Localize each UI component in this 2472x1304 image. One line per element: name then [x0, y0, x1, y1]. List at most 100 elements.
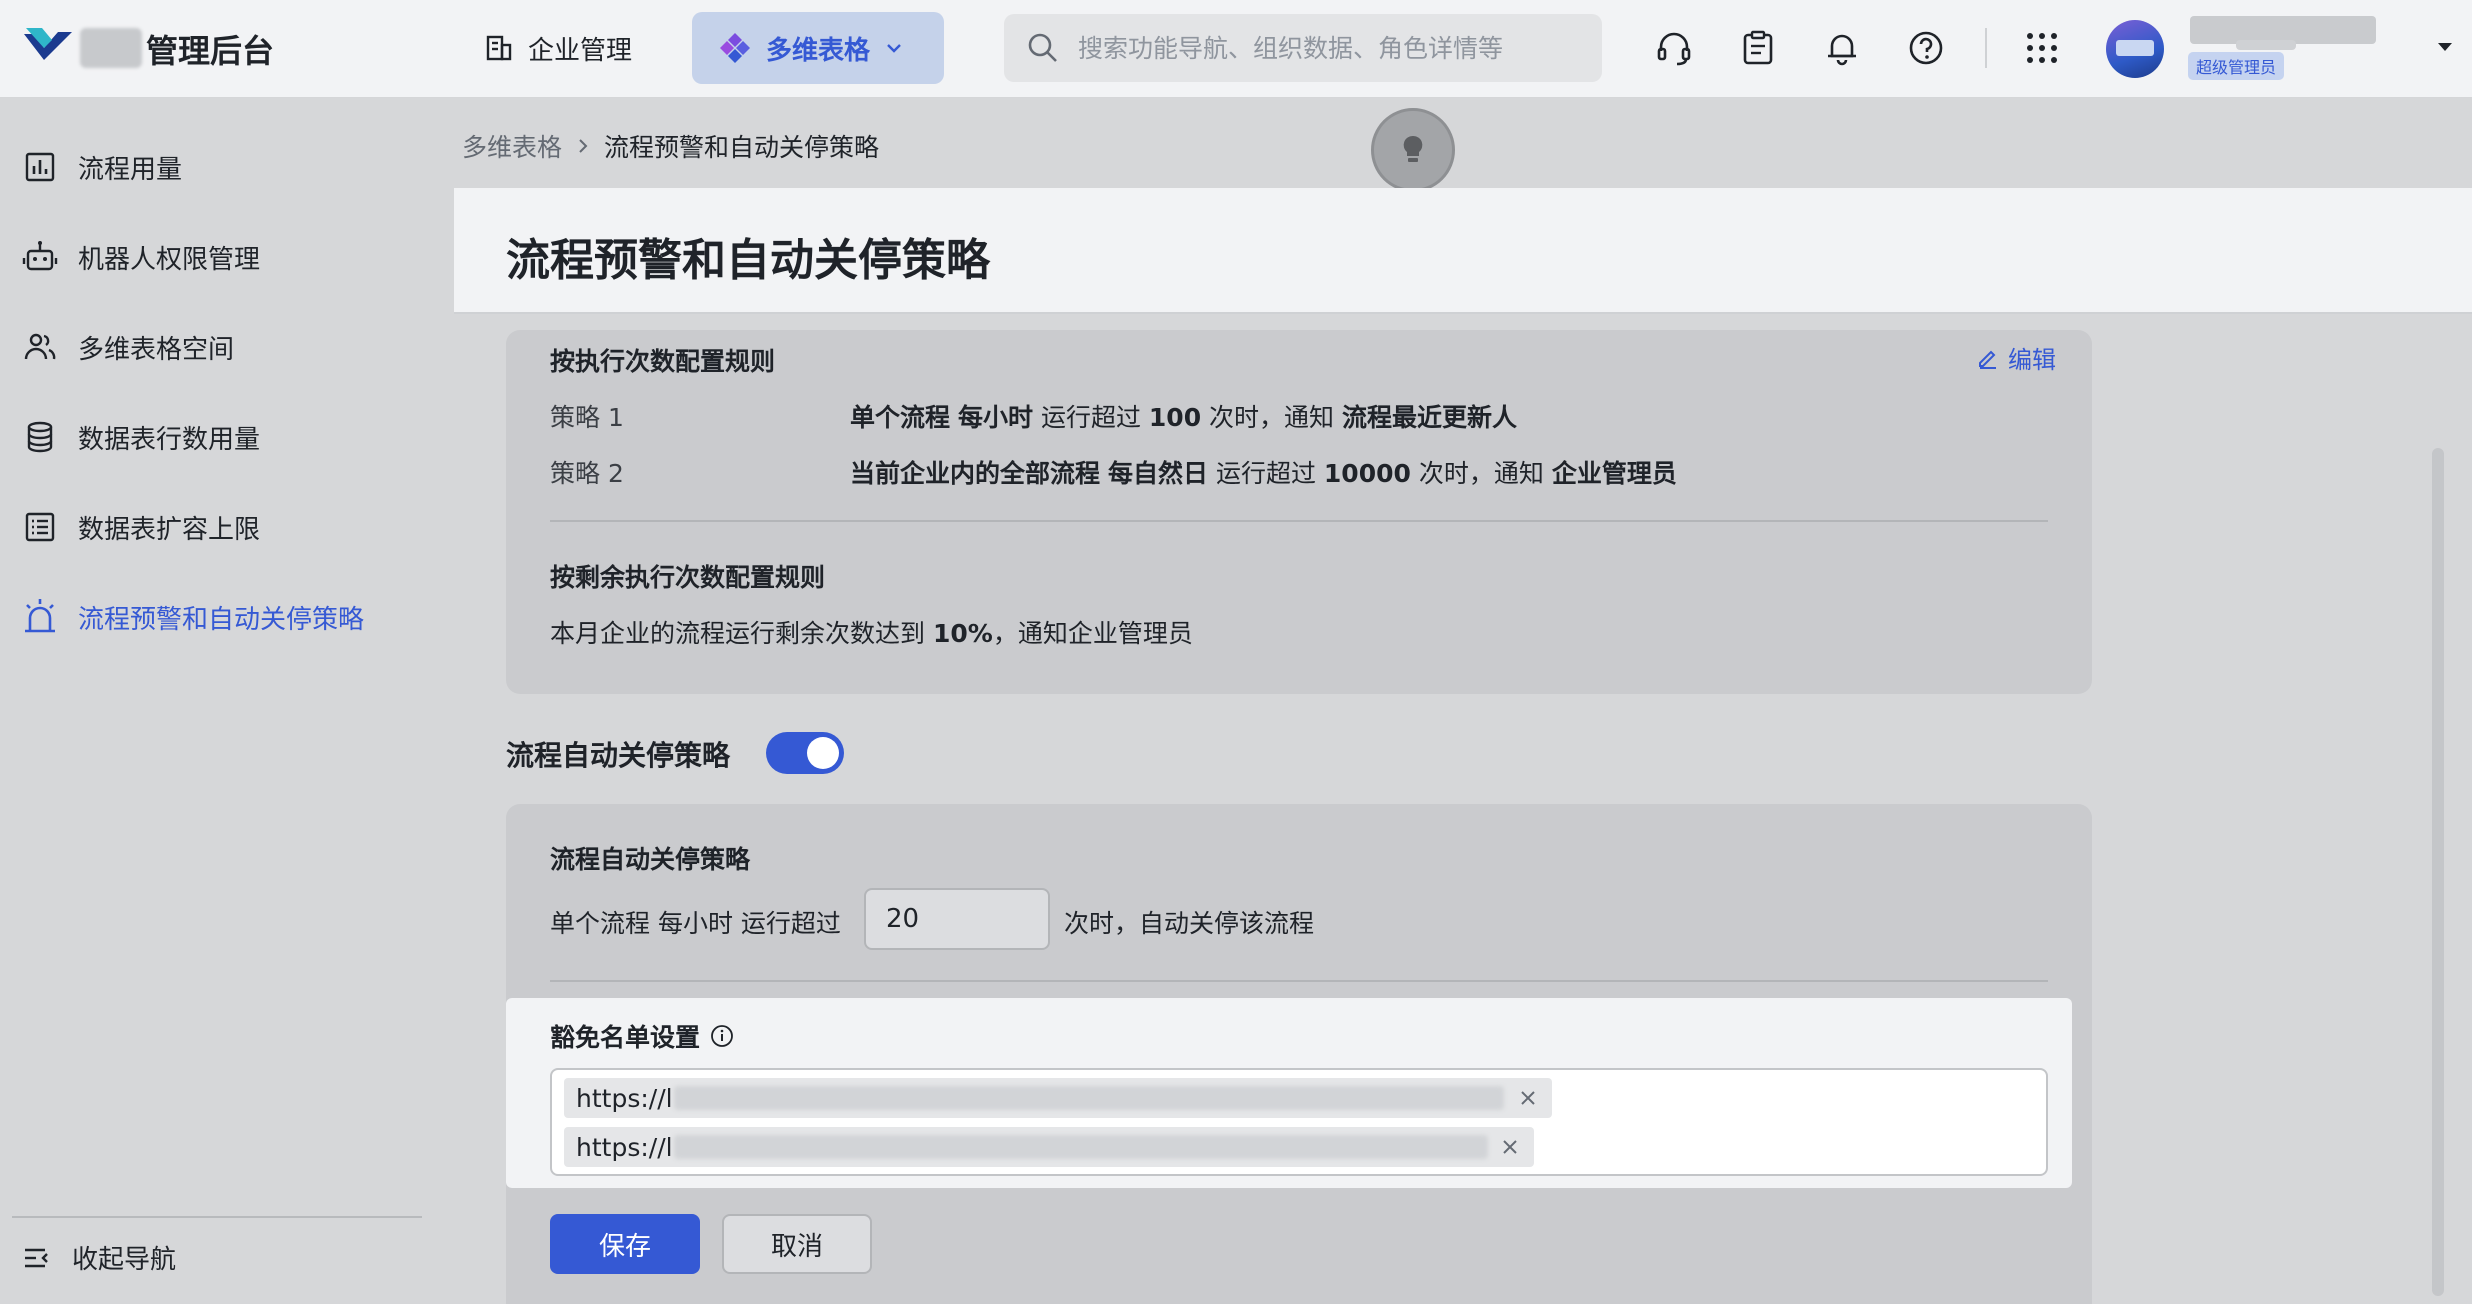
whitelist-title-label: 豁免名单设置 [550, 1023, 701, 1052]
sidebar-item-label: 多维表格空间 [78, 334, 235, 365]
url-redacted [674, 1086, 1504, 1110]
rule-2-mid: 运行超过 [1215, 459, 1316, 488]
rule-1-period: 每小时 [957, 403, 1033, 432]
top-bar: 管理后台 企业管理 多维表格 搜索功能导航、组织数据、角色详情等 超级管理员 [0, 0, 2472, 98]
close-icon[interactable] [1498, 1135, 1522, 1159]
edit-label: 编辑 [2008, 346, 2056, 374]
app-grid-icon[interactable] [2020, 26, 2064, 70]
support-headset-icon[interactable] [1652, 26, 1696, 70]
sidebar-item-label: 数据表行数用量 [78, 424, 261, 455]
rule-2-notify: 企业管理员 [1551, 459, 1677, 488]
rule-2-count: 10000 [1323, 459, 1411, 488]
brand-redacted [80, 28, 142, 68]
rule-1-count: 100 [1148, 403, 1202, 432]
avatar[interactable] [2106, 20, 2164, 78]
rule-1-text: 单个流程 每小时 运行超过 100 次时，通知 流程最近更新人 [850, 398, 1517, 434]
search-input[interactable] [1078, 33, 1578, 63]
rule-2-period: 每自然日 [1107, 459, 1208, 488]
nav-bitable-label: 多维表格 [766, 35, 871, 66]
alarm-icon [20, 597, 60, 637]
auto-stop-text-after: 次时，自动关停该流程 [1064, 909, 1315, 938]
rule-2-label: 策略 2 [550, 459, 624, 488]
remaining-text-before: 本月企业的流程运行剩余次数达到 [550, 619, 926, 648]
remaining-percent: 10% [932, 619, 993, 648]
breadcrumb-current: 流程预警和自动关停策略 [604, 133, 880, 162]
user-org-redacted [2236, 40, 2296, 50]
bitable-icon [720, 33, 750, 63]
sidebar: 流程用量 机器人权限管理 多维表格空间 数据表行数用量 数据表扩容上限 流程预警… [0, 99, 452, 1304]
rule-2-text: 当前企业内的全部流程 每自然日 运行超过 10000 次时，通知 企业管理员 [850, 454, 1677, 490]
chevron-down-icon [887, 44, 901, 53]
whitelist-tag-text: https://l [576, 1132, 673, 1162]
sidebar-item-label: 数据表扩容上限 [78, 514, 261, 545]
edit-pencil-icon [1979, 350, 1996, 369]
lightbulb-icon[interactable] [1371, 108, 1455, 192]
sidebar-item-label: 流程预警和自动关停策略 [78, 604, 365, 635]
auto-stop-title: 流程自动关停策略 [550, 845, 751, 874]
exec-rules-title: 按执行次数配置规则 [550, 347, 776, 376]
help-icon[interactable] [1904, 26, 1948, 70]
robot-icon [20, 237, 60, 277]
auto-stop-divider [550, 980, 2048, 982]
rule-1-mid: 运行超过 [1040, 403, 1141, 432]
nav-enterprise[interactable]: 企业管理 [470, 18, 646, 78]
cancel-button[interactable]: 取消 [722, 1214, 872, 1274]
app-logo-icon [24, 28, 72, 60]
sidebar-item-robot-permissions[interactable]: 机器人权限管理 [20, 227, 440, 287]
save-button[interactable]: 保存 [550, 1214, 700, 1274]
collapse-nav-icon [25, 1248, 48, 1267]
sidebar-item-label: 机器人权限管理 [78, 244, 261, 275]
rule-1-notify: 流程最近更新人 [1342, 403, 1518, 432]
auto-stop-text-before: 单个流程 每小时 运行超过 [550, 909, 841, 938]
url-redacted [674, 1135, 1488, 1159]
sidebar-item-flow-usage[interactable]: 流程用量 [20, 137, 440, 197]
sidebar-item-alert-autostop[interactable]: 流程预警和自动关停策略 [20, 587, 440, 647]
role-badge: 超级管理员 [2188, 52, 2285, 80]
sidebar-item-label: 流程用量 [78, 154, 183, 185]
breadcrumb: 多维表格 流程预警和自动关停策略 [462, 128, 879, 164]
nav-bitable-dropdown[interactable]: 多维表格 [692, 12, 944, 84]
close-icon[interactable] [1516, 1086, 1540, 1110]
topbar-separator [1985, 28, 1987, 68]
breadcrumb-parent[interactable]: 多维表格 [462, 128, 562, 164]
clipboard-icon[interactable] [1736, 26, 1780, 70]
bell-icon[interactable] [1820, 26, 1864, 70]
remaining-rules-title: 按剩余执行次数配置规则 [550, 563, 826, 592]
whitelist-tag-input[interactable]: https://l https://l [550, 1068, 2048, 1176]
list-icon [20, 507, 60, 547]
sidebar-item-row-usage[interactable]: 数据表行数用量 [20, 407, 440, 467]
rules-divider [550, 520, 2048, 522]
scrollbar-thumb[interactable] [2432, 448, 2444, 1296]
users-icon [20, 327, 60, 367]
rule-2-suffix: 次时，通知 [1418, 459, 1544, 488]
auto-stop-toggle-label: 流程自动关停策略 [506, 739, 731, 772]
sidebar-divider [12, 1216, 422, 1218]
caret-down-icon[interactable] [2434, 36, 2456, 58]
rule-1-suffix: 次时，通知 [1209, 403, 1335, 432]
global-search[interactable] [1004, 14, 1602, 82]
sidebar-item-bitable-space[interactable]: 多维表格空间 [20, 317, 440, 377]
edit-button[interactable]: 编辑 [1976, 340, 2056, 375]
collapse-nav-button[interactable]: 收起导航 [20, 1239, 176, 1276]
rule-1-scope: 单个流程 [850, 403, 951, 432]
auto-stop-toggle[interactable] [766, 732, 844, 774]
page-title: 流程预警和自动关停策略 [506, 235, 990, 286]
whitelist-tag: https://l [564, 1127, 1534, 1167]
bar-chart-icon [20, 147, 60, 187]
database-icon [20, 417, 60, 457]
remaining-text-after: ，通知企业管理员 [992, 619, 1193, 648]
info-icon[interactable] [710, 1024, 734, 1048]
rule-1-label: 策略 1 [550, 403, 624, 432]
brand-title: 管理后台 [146, 32, 275, 70]
search-icon [1028, 33, 1057, 62]
rule-2-scope: 当前企业内的全部流程 [850, 459, 1101, 488]
threshold-input[interactable] [864, 888, 1050, 950]
collapse-nav-label: 收起导航 [72, 1245, 177, 1275]
building-icon [486, 35, 512, 61]
whitelist-tag-text: https://l [576, 1083, 673, 1113]
whitelist-title: 豁免名单设置 [550, 1018, 734, 1054]
whitelist-tag: https://l [564, 1078, 1552, 1118]
remaining-rule-text: 本月企业的流程运行剩余次数达到 10%，通知企业管理员 [550, 614, 1193, 650]
nav-enterprise-label: 企业管理 [528, 35, 633, 66]
sidebar-item-capacity-limit[interactable]: 数据表扩容上限 [20, 497, 440, 557]
